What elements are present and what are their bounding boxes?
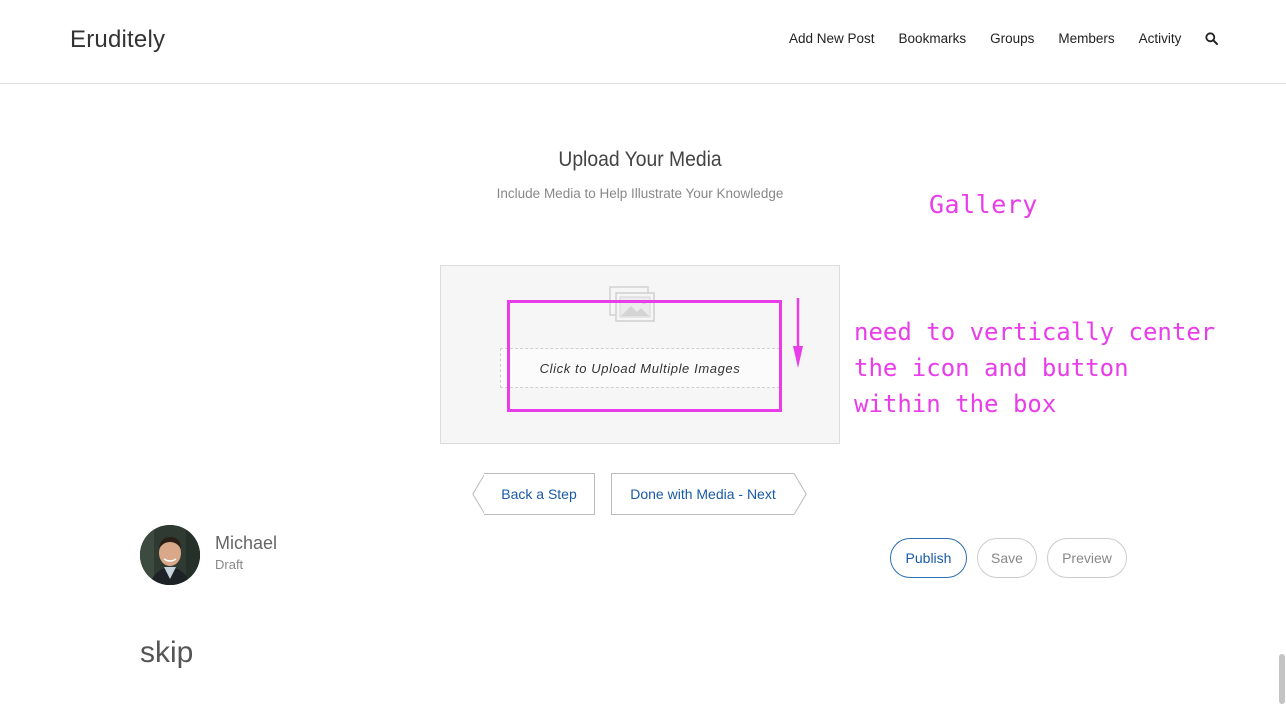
next-arrow-shape	[793, 473, 807, 515]
avatar[interactable]	[140, 525, 200, 585]
annotation-note-line: within the box	[854, 390, 1057, 418]
author-name[interactable]: Michael	[215, 533, 277, 554]
post-status: Draft	[215, 557, 244, 572]
site-header: Eruditely Add New Post Bookmarks Groups …	[0, 0, 1286, 84]
back-step-button[interactable]: Back a Step	[484, 473, 595, 515]
main-nav: Add New Post Bookmarks Groups Members Ac…	[789, 31, 1219, 46]
nav-bookmarks[interactable]: Bookmarks	[899, 31, 967, 46]
save-button[interactable]: Save	[977, 538, 1037, 578]
publish-button[interactable]: Publish	[890, 538, 967, 578]
nav-members[interactable]: Members	[1058, 31, 1114, 46]
page-subtitle: Include Media to Help Illustrate Your Kn…	[496, 186, 784, 201]
preview-button[interactable]: Preview	[1047, 538, 1127, 578]
nav-activity[interactable]: Activity	[1139, 31, 1182, 46]
next-step-button[interactable]: Done with Media - Next	[611, 473, 794, 515]
annotation-note-line: need to vertically center	[854, 318, 1216, 346]
scrollbar-thumb[interactable]	[1279, 654, 1285, 704]
annotation-gallery-label: Gallery	[929, 190, 1038, 219]
annotation-note: need to vertically center the icon and b…	[854, 314, 1215, 422]
site-logo[interactable]: Eruditely	[70, 26, 165, 54]
annotation-note-line: the icon and button	[854, 354, 1129, 382]
search-icon[interactable]	[1205, 31, 1219, 46]
annotation-highlight-box	[507, 300, 782, 412]
nav-groups[interactable]: Groups	[990, 31, 1034, 46]
page-title: Upload Your Media	[558, 148, 722, 171]
annotation-down-arrow-icon	[790, 296, 806, 370]
nav-add-new-post[interactable]: Add New Post	[789, 31, 875, 46]
post-heading: skip	[140, 636, 194, 669]
